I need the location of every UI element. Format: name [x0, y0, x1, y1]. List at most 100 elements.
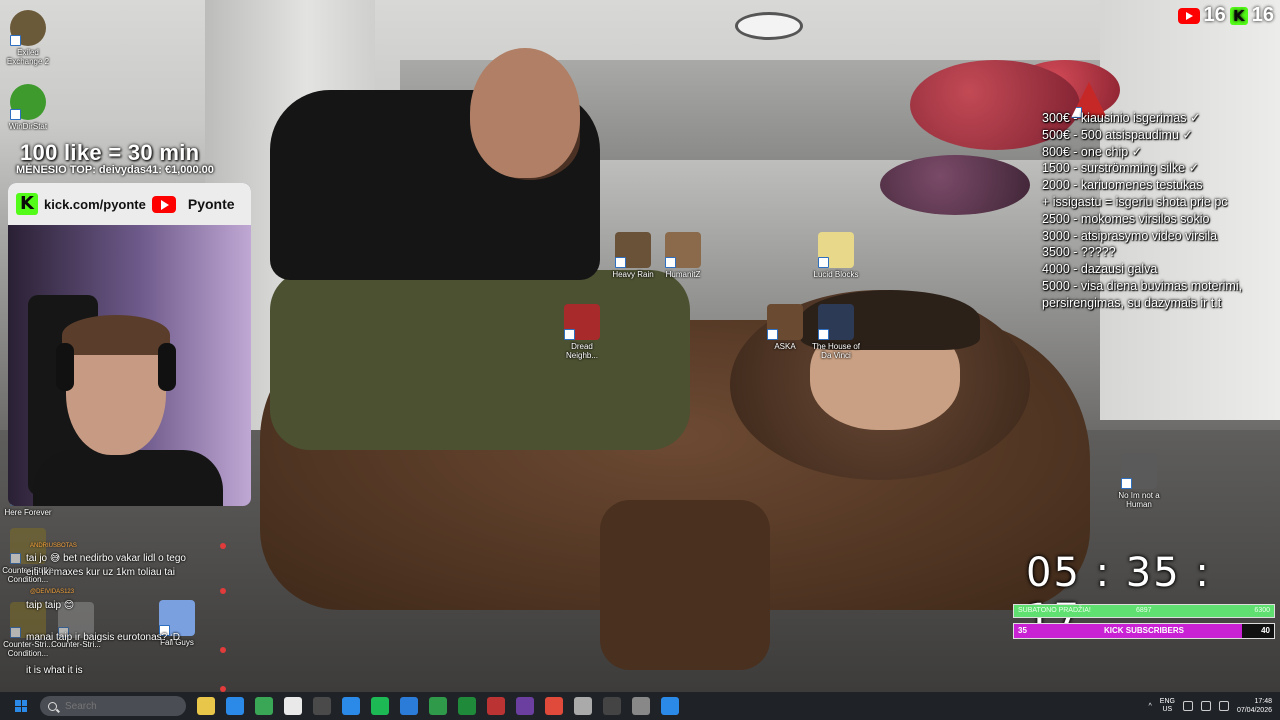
taskbar-clock[interactable]: 17:48 07/04/2026 [1237, 697, 1272, 715]
kick-viewer-count: 16 [1251, 4, 1274, 26]
taskbar-app-icon[interactable] [661, 697, 679, 715]
desktop-icon-heavy-rain[interactable]: Heavy Rain [605, 232, 661, 279]
subathon-goal-bar: SUBATONO PRADŽIA! 6897 6300 [1013, 604, 1275, 618]
humanitz-icon [665, 232, 701, 268]
desktop-icon-label: Dread Neighb... [565, 342, 599, 360]
wallpaper-clock [735, 12, 803, 40]
taskbar-app-icon[interactable] [284, 697, 302, 715]
clock-time: 17:48 [1254, 698, 1272, 705]
exiled-exchange-icon [10, 10, 46, 46]
taskbar-app-icon[interactable] [371, 697, 389, 715]
headset-icon [56, 343, 74, 391]
dread-neighbours-icon [564, 304, 600, 340]
taskbar-search[interactable] [40, 696, 186, 716]
taskbar-app-icon[interactable] [458, 697, 476, 715]
search-icon [48, 701, 57, 711]
goal-item: 4000 - dazausi galva [1042, 262, 1158, 277]
taskbar-app-icon[interactable] [516, 697, 534, 715]
taskbar-app-icon[interactable] [342, 697, 360, 715]
taskbar-app-icon[interactable] [313, 697, 331, 715]
desktop-icon-no-im-not-a-human[interactable]: No Im not a Human [1111, 453, 1167, 509]
goal-item: persirengimas, su dazymais ir t.t [1042, 295, 1222, 310]
desktop-icon-exiled-exchange[interactable]: Exiled Exchange 2 [0, 10, 56, 66]
chat-message: eiti iki maxes kur uz 1km toliau tai [26, 567, 175, 578]
desktop-icon-label: The House of Da Vinci [811, 342, 861, 360]
goal-item: + issigastu = isgeriu shota prie pc [1042, 194, 1228, 209]
webcam-feed [8, 225, 251, 506]
goal-item: 5000 - visa diena buvimas moterimi, [1042, 278, 1243, 293]
subs-bar-max: 40 [1261, 626, 1270, 635]
desktop-icon-lucid-blocks[interactable]: Lucid Blocks [808, 232, 864, 279]
taskbar-app-icon[interactable] [632, 697, 650, 715]
start-button[interactable] [10, 695, 32, 717]
taskbar-app-icon[interactable] [197, 697, 215, 715]
desktop-icon-windirstat[interactable]: WinDirStat [0, 84, 56, 131]
clock-date: 07/04/2026 [1236, 707, 1272, 714]
youtube-logo-icon [1177, 7, 1200, 24]
subs-bar-label: KICK SUBSCRIBERS [1103, 626, 1184, 635]
taskbar-app-icon[interactable] [574, 697, 592, 715]
kick-logo-icon: K [16, 193, 38, 215]
chat-username: @DEIVIDAS123 [30, 589, 75, 595]
webcam-streamer-torso [33, 450, 223, 506]
webcam-overlay: K kick.com/pyonte Pyonte [8, 183, 251, 506]
goal-item: 3500 - ????? [1042, 245, 1116, 260]
chat-badge-icon [220, 588, 226, 594]
aska-icon [767, 304, 803, 340]
no-im-not-a-human-icon [1121, 453, 1157, 489]
taskbar-app-icon[interactable] [226, 697, 244, 715]
chat-overlay: ANDRIUSBOTAS tai jo 😅 bet nedirbo vakar … [0, 525, 232, 692]
taskbar-app-icon[interactable] [487, 697, 505, 715]
language-indicator[interactable]: ENG US [1160, 698, 1175, 714]
wallpaper-costume-leg [600, 500, 770, 670]
desktop-icon-house-of-da-vinci[interactable]: The House of Da Vinci [808, 304, 864, 360]
volume-icon[interactable] [1200, 701, 1211, 711]
kick-logo-icon: K [1229, 6, 1248, 25]
goal-item: 300€ - kiausinio isgerimas ✓ [1042, 111, 1201, 125]
youtube-logo-icon [151, 195, 176, 213]
taskbar-app-list [186, 697, 679, 715]
search-input[interactable] [65, 700, 165, 712]
chat-message: taip taip 😊 [26, 600, 75, 611]
like-goal-banner: 100 like = 30 min [20, 140, 200, 165]
chat-badge-icon [220, 543, 226, 549]
goal-item: 3000 - atsiprasymo video virsila [1042, 228, 1218, 243]
chat-username: ANDRIUSBOTAS [30, 543, 77, 549]
wallpaper-ball [880, 155, 1030, 215]
desktop-icon-label: ASKA [774, 342, 796, 351]
battery-icon[interactable] [1218, 701, 1229, 711]
system-tray: ^ ENG US 17:48 07/04/2026 [1148, 692, 1280, 720]
donation-goals-list: 300€ - kiausinio isgerimas ✓ 500€ - 500 … [1042, 110, 1242, 312]
network-icon[interactable] [1182, 701, 1193, 711]
desktop-icon-label: No Im not a Human [1118, 491, 1160, 509]
desktop-icon-label: Lucid Blocks [813, 270, 859, 279]
chat-message: manai taip ir baigsis eurotonas? ;D [26, 632, 180, 643]
chat-message: tai jo 😅 bet nedirbo vakar lidl o tego [26, 553, 186, 564]
desktop-icon-aska[interactable]: ASKA [757, 304, 813, 351]
goal-item: 1500 - surströmming silke ✓ [1042, 161, 1200, 176]
headset-icon [158, 343, 176, 391]
taskbar-app-icon[interactable] [429, 697, 447, 715]
youtube-channel-name: Pyonte [187, 196, 235, 212]
webcam-social-bar: K kick.com/pyonte Pyonte [8, 183, 251, 225]
desktop-icon-label: WinDirStat [8, 122, 48, 131]
wallpaper-rider-head [470, 48, 580, 178]
goal-item: 500€ - 500 atsispaudimu ✓ [1042, 127, 1193, 142]
kick-url: kick.com/pyonte [44, 196, 146, 212]
windirstat-icon [10, 84, 46, 120]
chat-message: it is what it is [26, 665, 83, 676]
taskbar-app-icon[interactable] [400, 697, 418, 715]
house-of-da-vinci-icon [818, 304, 854, 340]
chat-badge-icon [220, 647, 226, 653]
top-donor-label: MĖNESIO TOP: deivydas41: €1,000.00 [16, 164, 214, 176]
tray-overflow-icon[interactable]: ^ [1148, 703, 1151, 710]
taskbar-app-icon[interactable] [545, 697, 563, 715]
taskbar-app-icon[interactable] [255, 697, 273, 715]
heavy-rain-icon [615, 232, 651, 268]
goal-bar-max: 6300 [1254, 607, 1270, 614]
desktop-icon-humanitz[interactable]: HumanitZ [655, 232, 711, 279]
taskbar-app-icon[interactable] [603, 697, 621, 715]
desktop-icon-dread-neighbours[interactable]: Dread Neighb... [554, 304, 610, 360]
webcam-streamer-hair [62, 315, 170, 355]
goal-item: 2000 - kariuomenes testukas [1042, 178, 1203, 193]
